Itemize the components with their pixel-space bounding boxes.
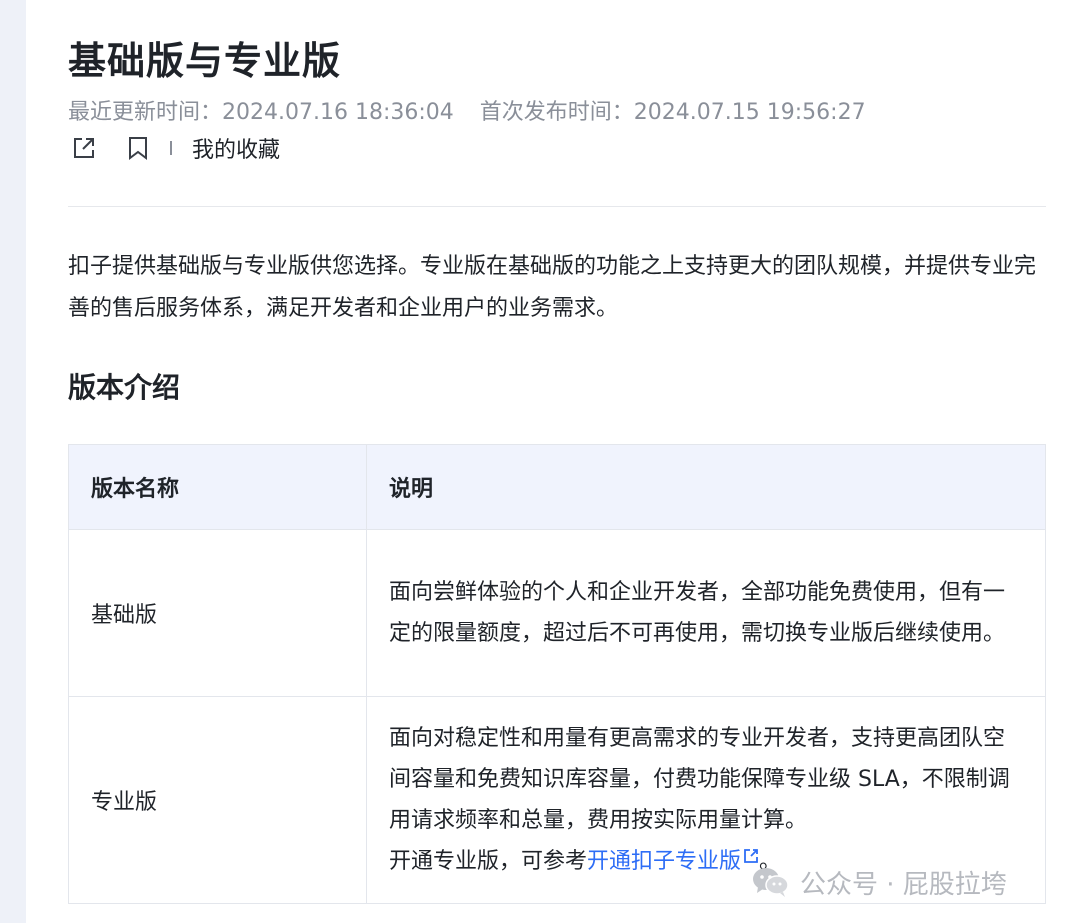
pro-description: 面向对稳定性和用量有更高需求的专业开发者，支持更高团队空间容量和免费知识库容量，… <box>389 726 1010 833</box>
intro-paragraph: 扣子提供基础版与专业版供您选择。专业版在基础版的功能之上支持更大的团队规模，并提… <box>68 254 1037 321</box>
article-actions: 我的收藏 <box>68 132 280 164</box>
page-title: 基础版与专业版 <box>68 39 342 83</box>
article-meta: 最近更新时间：2024.07.16 18:36:04 首次发布时间：2024.07… <box>68 94 866 126</box>
left-rail <box>0 0 26 923</box>
version-description-cell: 面向尝鲜体验的个人和企业开发者，全部功能免费使用，但有一定的限量额度，超过后不可… <box>366 529 1046 697</box>
header-version-name: 版本名称 <box>68 444 367 530</box>
published-time: 2024.07.15 19:56:27 <box>633 100 866 125</box>
action-separator <box>170 141 172 155</box>
pro-note-prefix: 开通专业版，可参考 <box>389 849 588 874</box>
open-pro-link-label: 开通扣子专业版 <box>587 849 742 874</box>
header-divider <box>68 206 1046 207</box>
header-description: 说明 <box>366 444 1046 530</box>
share-icon[interactable] <box>68 132 100 164</box>
table-row: 基础版 面向尝鲜体验的个人和企业开发者，全部功能免费使用，但有一定的限量额度，超… <box>68 529 1046 697</box>
version-name-cell: 专业版 <box>68 696 367 904</box>
published-label: 首次发布时间： <box>479 100 634 125</box>
updated-label: 最近更新时间： <box>68 100 223 125</box>
favorite-link[interactable]: 我的收藏 <box>192 132 280 164</box>
version-name-cell: 基础版 <box>68 529 367 697</box>
bookmark-icon[interactable] <box>122 132 154 164</box>
watermark-text: 公众号 · 屁股拉垮 <box>800 869 1007 900</box>
section-title: 版本介绍 <box>68 371 181 404</box>
wechat-icon <box>753 868 789 897</box>
watermark: 公众号 · 屁股拉垮 <box>752 862 1007 902</box>
open-pro-link[interactable]: 开通扣子专业版 <box>587 849 759 874</box>
table-header-row: 版本名称 说明 <box>68 444 1046 530</box>
version-table: 版本名称 说明 基础版 面向尝鲜体验的个人和企业开发者，全部功能免费使用，但有一… <box>68 444 1046 904</box>
updated-time: 2024.07.16 18:36:04 <box>222 100 454 125</box>
